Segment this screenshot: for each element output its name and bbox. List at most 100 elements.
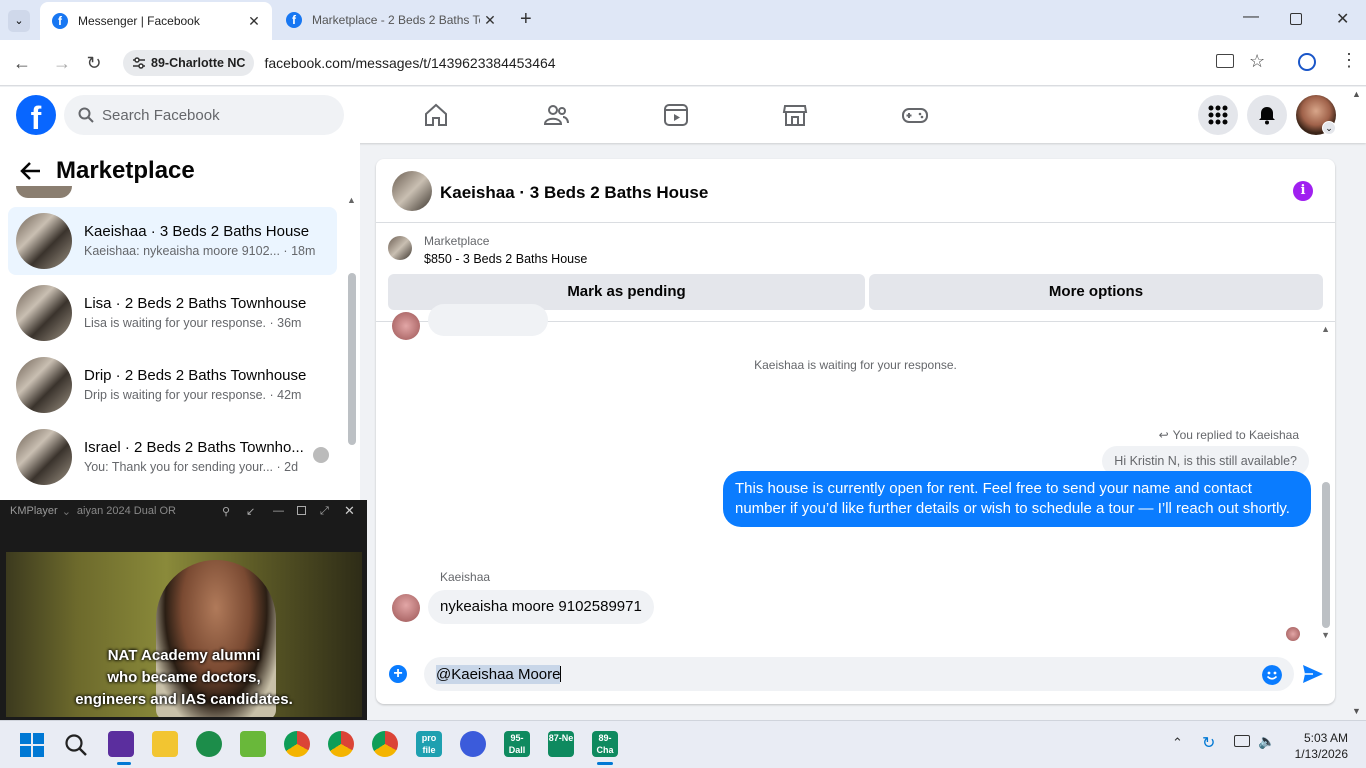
kmplayer-menu-icon[interactable]: ⌄ [62,505,71,518]
facebook-favicon-icon: f [286,12,302,28]
conversation-item[interactable]: Lisa · 2 Beds 2 Baths Townhouse Lisa is … [8,279,337,347]
chrome-icon[interactable] [328,731,354,757]
info-icon[interactable]: i [1293,181,1313,201]
file-explorer-icon[interactable] [152,731,178,757]
conversation-item[interactable]: Drip · 2 Beds 2 Baths Townhouse Drip is … [8,351,337,419]
km-close-button[interactable]: ✕ [344,503,355,519]
friends-icon[interactable] [542,101,570,129]
reload-button[interactable]: ↻ [84,53,104,73]
app-icon-95-dall[interactable]: 95-Dall [504,731,530,757]
kmplayer-file-title: aiyan 2024 Dual OR [76,505,176,517]
tab-title: Messenger | Facebook [78,14,200,28]
subtitle-line: engineers and IAS candidates. [75,691,293,708]
plus-icon[interactable]: + [389,665,407,683]
install-app-icon[interactable] [1216,54,1234,68]
video-frame[interactable]: NAT Academy alumni who became doctors, e… [6,552,362,717]
conversation-item[interactable]: Kaeishaa · 3 Beds 2 Baths House Kaeishaa… [8,207,337,275]
app-icon-blue[interactable] [460,731,486,757]
restore-button[interactable] [1290,13,1302,25]
page-title: Marketplace [56,157,195,184]
mention-text: @Kaeishaa Moore [436,664,561,684]
reply-arrow-icon: ↩ [1158,428,1169,442]
message-input[interactable]: @Kaeishaa Moore [424,657,1294,691]
conversation-scrollbar[interactable] [348,273,356,445]
windows-start-icon[interactable] [20,733,44,757]
facebook-header: f Search Facebook ⌄ [0,87,1366,143]
km-maximize-button[interactable] [297,506,306,515]
send-icon[interactable] [1302,664,1324,684]
close-tab-icon[interactable]: ✕ [244,13,264,30]
close-window-button[interactable]: ✕ [1336,9,1349,29]
chrome-icon[interactable] [284,731,310,757]
chat-title[interactable]: Kaeishaa · 3 Beds 2 Baths House [440,183,708,203]
more-options-button[interactable]: More options [869,274,1323,310]
chrome-icon[interactable] [372,731,398,757]
search-placeholder: Search Facebook [102,106,220,124]
page-scroll-down-arrow[interactable]: ▼ [1352,706,1361,716]
reply-note-text: You replied to Kaeishaa [1172,428,1299,442]
scroll-down-arrow[interactable]: ▼ [1321,630,1330,640]
listing-title[interactable]: $850 - 3 Beds 2 Baths House [424,252,587,266]
page-scroll-up-arrow[interactable]: ▲ [1352,89,1361,99]
text-cursor [560,666,562,682]
home-icon[interactable] [422,101,450,129]
kmplayer-taskbar-icon[interactable] [108,731,134,757]
app-icon-green[interactable] [196,731,222,757]
km-minimize-button[interactable]: — [273,505,284,517]
forward-button[interactable]: → [52,53,72,73]
tab-list-button[interactable]: ⌄ [8,10,30,32]
conversation-name: Kaeishaa · 3 Beds 2 Baths House [84,223,310,240]
tab-messenger[interactable]: f Messenger | Facebook ✕ [40,2,272,40]
volume-icon[interactable]: 🔈 [1258,733,1275,750]
bell-icon [1259,107,1275,125]
browser-menu-icon[interactable]: ⋮ [1340,50,1358,71]
profile-icon[interactable] [1298,53,1316,71]
sender-avatar[interactable] [392,594,420,622]
scroll-up-arrow[interactable]: ▲ [1321,324,1330,334]
show-hidden-icons[interactable]: ⌃ [1172,735,1183,751]
bookmark-star-icon[interactable]: ☆ [1249,51,1265,72]
sent-message-bubble[interactable]: This house is currently open for rent. F… [723,471,1311,527]
site-info-chip[interactable]: 89-Charlotte NC [123,50,255,76]
emoji-icon[interactable] [1262,665,1282,685]
km-fullscreen-button[interactable]: ⤢ [320,505,329,518]
notepad-icon[interactable] [240,731,266,757]
app-icon-87-ne[interactable]: 87-Ne [548,731,574,757]
search-input[interactable]: Search Facebook [64,95,344,135]
account-chevron-icon[interactable]: ⌄ [1322,121,1336,135]
facebook-logo-icon[interactable]: f [16,95,56,136]
received-message-bubble[interactable]: nykeaisha moore 9102589971 [428,590,654,624]
address-bar[interactable]: 89-Charlotte NC facebook.com/messages/t/… [120,46,1280,80]
chat-scrollbar[interactable] [1322,482,1330,628]
profile-app-icon[interactable]: pro file [416,731,442,757]
scroll-up-arrow[interactable]: ▲ [347,195,356,205]
browser-toolbar: ← → ↻ 89-Charlotte NC facebook.com/messa… [0,40,1366,86]
network-icon[interactable] [1234,735,1250,747]
listing-thumbnail [16,429,72,485]
app-icon-89-cha[interactable]: 89-Cha [592,731,618,757]
compact-icon[interactable]: ↙ [246,505,255,518]
back-arrow-icon[interactable] [20,161,42,181]
back-button[interactable]: ← [12,53,32,73]
system-clock[interactable]: 5:03 AM 1/13/2026 [1295,730,1348,762]
conversation-item[interactable]: Israel · 2 Beds 2 Baths Townho... You: T… [8,423,337,491]
clock-time: 5:03 AM [1303,731,1348,745]
new-tab-button[interactable]: + [520,8,532,31]
sender-name: Kaeishaa [440,570,491,584]
gaming-icon[interactable] [901,101,929,129]
minimize-button[interactable]: — [1243,8,1259,26]
conversation-preview: Kaeishaa: nykeaisha moore 9102... · 18m [84,244,316,258]
marketplace-label: Marketplace [424,234,490,248]
pin-icon[interactable]: ⚲ [222,505,230,518]
taskbar-search-icon[interactable] [64,733,88,757]
sync-icon[interactable]: ↻ [1202,733,1215,753]
chat-listing-avatar[interactable] [392,171,432,211]
marketplace-icon[interactable] [781,101,809,129]
listing-thumbnail [16,213,72,269]
clock-date: 1/13/2026 [1294,747,1348,761]
close-tab-icon[interactable]: ✕ [480,12,500,29]
tab-marketplace[interactable]: f Marketplace - 2 Beds 2 Baths To ✕ [274,0,508,40]
video-icon[interactable] [662,101,690,129]
notifications-button[interactable] [1247,95,1287,135]
menu-grid-button[interactable] [1198,95,1238,135]
